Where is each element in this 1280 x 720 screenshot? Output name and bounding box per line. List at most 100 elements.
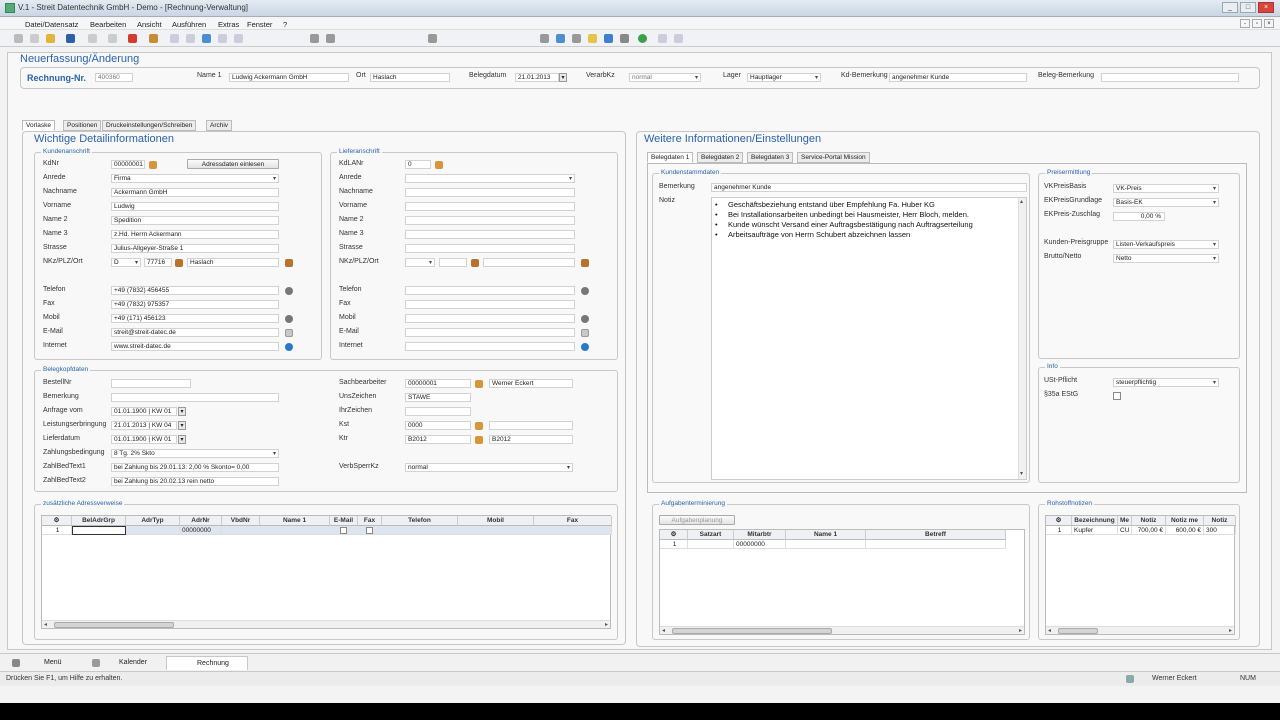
lock-icon[interactable] [46,34,55,43]
liefer-email-field[interactable] [405,328,575,337]
kst-lookup-icon[interactable] [475,422,483,430]
leistung-dropdown-icon[interactable]: ▾ [178,421,186,430]
mobil-field[interactable]: +49 (171) 456123 [111,314,279,323]
belegdatum-dropdown-icon[interactable]: ▾ [559,73,567,82]
sachbearbeiter-lookup-icon[interactable] [475,380,483,388]
col-name1[interactable]: Name 1 [260,516,330,526]
notiz-area[interactable]: Geschäftsbeziehung entstand über Empfehl… [711,197,1027,480]
kst-name-field[interactable] [489,421,573,430]
tab-vorlaske[interactable]: Vorlaske [22,120,55,131]
menu-extras[interactable]: Extras [218,20,239,29]
col-beladrgrp[interactable]: BelAdrGrp [72,516,126,526]
cell-adrnr[interactable]: 00000000 [180,526,222,535]
document-icon[interactable] [556,34,565,43]
aufgaben-hscrollbar[interactable]: ◂ ▸ [660,626,1024,634]
cell-adrtyp[interactable] [126,526,180,535]
verarbkz-select[interactable]: normal [629,73,701,82]
phone-icon[interactable] [285,287,293,295]
grid-config-icon[interactable]: ⚙ [42,516,72,526]
liefer-globe-icon[interactable] [581,343,589,351]
liefer-nachname-field[interactable] [405,188,575,197]
col-vbdnr[interactable]: VbdNr [222,516,260,526]
35a-estg-checkbox[interactable] [1113,392,1121,400]
sachbearbeiter-field[interactable]: 00000001 [405,379,471,388]
ihrzeichen-field[interactable] [405,407,471,416]
aufgabenplanung-button[interactable]: Aufgabenplanung [659,515,735,525]
cell-satzart[interactable] [688,540,734,549]
col-satzart[interactable]: Satzart [688,530,734,540]
col-fax[interactable]: Fax [358,516,382,526]
notiz-scroll-down-icon[interactable]: ▾ [1020,470,1023,477]
rohstoff-scroll-left-icon[interactable]: ◂ [1048,627,1051,634]
new-icon[interactable] [14,34,23,43]
mdi-restore-icon[interactable]: ▫ [1252,19,1262,28]
name1-field[interactable]: Ludwig Ackermann GmbH [229,73,349,82]
liefer-name3-field[interactable] [405,230,575,239]
ort-city-field[interactable]: Haslach [187,258,279,267]
adress-hscrollbar[interactable]: ◂ ▸ [42,620,610,628]
lager-select[interactable]: Hauptlager [747,73,821,82]
aufgaben-scroll-right-icon[interactable]: ▸ [1019,627,1022,634]
zahlung-select[interactable]: 8 Tg. 2% Skto [111,449,279,458]
menu-datei[interactable]: Datei/Datensatz [25,20,78,29]
cell-beladrgrp[interactable] [72,526,126,535]
zahltext1-field[interactable]: bei Zahlung bis 29.01.13: 2,00 % Skonto=… [111,463,279,472]
tab-archiv[interactable]: Archiv [206,120,233,131]
cell-mitarbtr[interactable]: 00000000 [734,540,786,549]
name2-field[interactable]: Spedition [111,216,279,225]
search-icon[interactable] [149,34,158,43]
liefer-mobile-icon[interactable] [581,315,589,323]
liefer-anrede-select[interactable] [405,174,575,183]
kunden-preisgruppe-select[interactable]: Listen-Verkaufspreis [1113,240,1219,249]
col-bezeichnung[interactable]: Bezeichnung [1072,516,1118,526]
rohstoff-grid-config-icon[interactable]: ⚙ [1046,516,1072,526]
anrede-select[interactable]: Firma [111,174,279,183]
tab-belegdaten2[interactable]: Belegdaten 2 [697,152,744,163]
strasse-field[interactable]: Julius-Allgeyer-Straße 1 [111,244,279,253]
vkpreisbasis-select[interactable]: VK-Preis [1113,184,1219,193]
first-record-icon[interactable] [170,34,179,43]
tab-belegdaten1[interactable]: Belegdaten 1 [647,152,694,163]
liefer-nkz-select[interactable] [405,258,435,267]
prev-record-icon[interactable] [186,34,195,43]
liefer-internet-field[interactable] [405,342,575,351]
liefer-strasse-field[interactable] [405,244,575,253]
stamm-bemerkung-field[interactable]: angenehmer Kunde [711,183,1027,192]
folder-icon[interactable] [588,34,597,43]
rechnung-number-field[interactable]: 400360 [95,73,133,82]
cell-notiz1[interactable]: 700,00 € [1132,526,1166,535]
plz-field[interactable]: 77716 [144,258,172,267]
col-email[interactable]: E-Mail [330,516,358,526]
telefon-field[interactable]: +49 (7832) 456455 [111,286,279,295]
copy-icon[interactable] [30,34,39,43]
menu-ansicht[interactable]: Ansicht [137,20,162,29]
edit-icon[interactable] [428,34,437,43]
aufgaben-scroll-thumb[interactable] [672,628,832,634]
plz-lookup-icon[interactable] [175,259,183,267]
kdnr-field[interactable]: 00000001 [111,160,145,169]
col-me[interactable]: Me [1118,516,1132,526]
col-adrnr[interactable]: AdrNr [180,516,222,526]
ort-lookup-icon[interactable] [285,259,293,267]
ktr-name-field[interactable]: B2012 [489,435,573,444]
liefer-name2-field[interactable] [405,216,575,225]
col-mitarbtr[interactable]: Mitarbtr [734,530,786,540]
globe-icon[interactable] [285,343,293,351]
save-icon[interactable] [66,34,75,43]
col-notiz-me[interactable]: Notiz me [1166,516,1204,526]
nachname-field[interactable]: Ackermann GmbH [111,188,279,197]
scroll-right-icon[interactable]: ▸ [605,621,608,628]
forward-icon[interactable] [674,34,683,43]
email-icon[interactable] [285,329,293,337]
menu-bearbeiten[interactable]: Bearbeiten [90,20,126,29]
brutto-netto-select[interactable]: Netto [1113,254,1219,263]
aufgaben-grid-config-icon[interactable]: ⚙ [660,530,688,540]
rohstoff-hscrollbar[interactable]: ◂ ▸ [1046,626,1234,634]
ort-field[interactable]: Haslach [370,73,450,82]
verbsperr-select[interactable]: normal [405,463,573,472]
col-notiz2[interactable]: Notiz [1204,516,1236,526]
delete-icon[interactable] [128,34,137,43]
ekpreisgrundlage-select[interactable]: Basis-EK [1113,198,1219,207]
cell-me[interactable]: CU [1118,526,1132,535]
next-record-icon[interactable] [218,34,227,43]
